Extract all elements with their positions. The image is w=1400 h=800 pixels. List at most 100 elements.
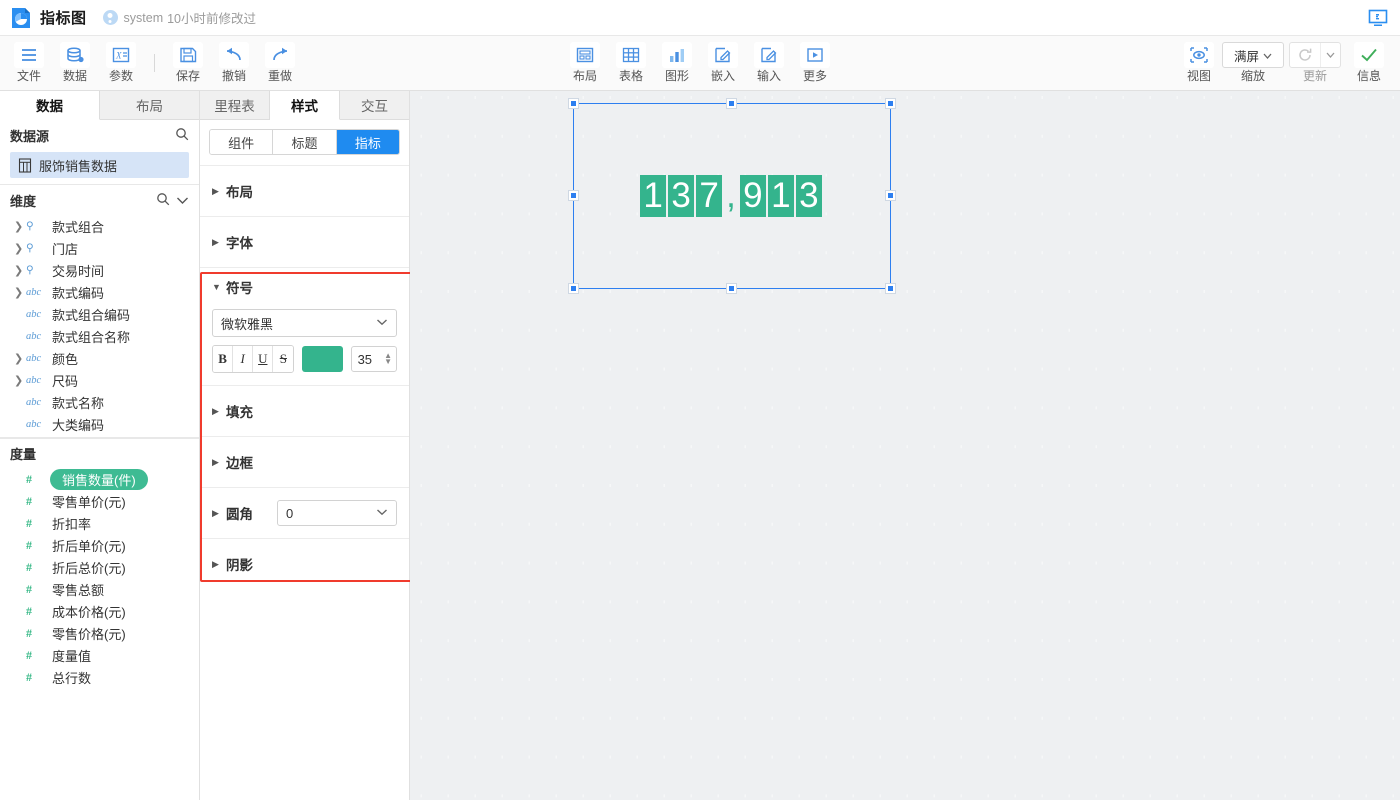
toolbar-redo-button[interactable]: 重做: [257, 38, 303, 88]
metric-separator: ,: [724, 175, 740, 217]
chevron-down-icon[interactable]: [1320, 43, 1340, 67]
toolbar-undo-button[interactable]: 撤销: [211, 38, 257, 88]
refresh-circle-icon[interactable]: [1290, 43, 1320, 67]
list-item[interactable]: ❯abc尺码: [0, 369, 199, 391]
toolbar-chart-button[interactable]: 图形: [654, 38, 700, 88]
accordion-layout[interactable]: ▶ 布局: [200, 165, 409, 216]
accordion-radius[interactable]: ▶ 圆角 0: [200, 487, 409, 538]
toolbar-embed-button[interactable]: 嵌入: [700, 38, 746, 88]
accordion-font[interactable]: ▶ 字体: [200, 216, 409, 267]
toolbar-more-button[interactable]: 更多: [792, 38, 838, 88]
accordion-border[interactable]: ▶ 边框: [200, 436, 409, 487]
tab-style[interactable]: 样式: [270, 91, 340, 120]
toolbar-zoom-label: 缩放: [1241, 70, 1265, 83]
expand-caret-icon[interactable]: ❯: [14, 264, 26, 277]
list-item[interactable]: ❯⚲款式组合: [0, 215, 199, 237]
list-item[interactable]: #销售数量(件): [0, 468, 199, 490]
tab-interaction[interactable]: 交互: [340, 91, 409, 119]
number-field-icon: #: [26, 626, 52, 641]
toolbar-parameter-button[interactable]: X 参数: [98, 38, 144, 88]
toolbar-file-button[interactable]: 文件: [6, 38, 52, 88]
toolbar-input-button[interactable]: 输入: [746, 38, 792, 88]
radius-select[interactable]: 0: [277, 500, 397, 526]
accordion-fill[interactable]: ▶ 填充: [200, 385, 409, 436]
toolbar-save-button[interactable]: 保存: [165, 38, 211, 88]
toolbar-zoom-control[interactable]: 满屏 缩放: [1222, 38, 1284, 88]
list-item[interactable]: #总行数: [0, 666, 199, 688]
search-icon[interactable]: [175, 127, 189, 144]
chevron-right-icon: ▶: [212, 406, 226, 417]
toolbar-info-button[interactable]: 信息: [1346, 38, 1392, 88]
list-item[interactable]: #成本价格(元): [0, 600, 199, 622]
tab-milestone[interactable]: 里程表: [200, 91, 270, 119]
list-item[interactable]: #折扣率: [0, 512, 199, 534]
resize-handle-middle-left[interactable]: [569, 191, 578, 200]
table-doc-icon: [18, 158, 32, 173]
toolbar-layout-button[interactable]: 布局: [562, 38, 608, 88]
list-item[interactable]: ❯abc款式编码: [0, 281, 199, 303]
underline-button[interactable]: U: [253, 346, 273, 372]
list-item[interactable]: #零售总额: [0, 578, 199, 600]
stepper-arrows-icon[interactable]: ▲▼: [384, 353, 392, 365]
list-item[interactable]: #度量值: [0, 644, 199, 666]
segment-metric[interactable]: 指标: [337, 130, 399, 154]
more-play-icon: [800, 42, 830, 68]
input-pencil-icon: [754, 42, 784, 68]
list-item[interactable]: ❯abc颜色: [0, 347, 199, 369]
expand-caret-icon[interactable]: ❯: [14, 374, 26, 387]
font-style-button-group: B I U S: [212, 345, 294, 373]
expand-caret-icon[interactable]: ❯: [14, 352, 26, 365]
data-panel: 数据 布局 数据源 服饰销售数据 维度: [0, 91, 200, 800]
refresh-split-button[interactable]: [1289, 42, 1341, 68]
presentation-screen-icon[interactable]: [1366, 7, 1390, 29]
zoom-select[interactable]: 满屏: [1222, 42, 1284, 68]
design-canvas[interactable]: 1 3 7 , 9 1 3: [410, 91, 1400, 800]
datasource-item[interactable]: 服饰销售数据: [10, 152, 189, 178]
resize-handle-middle-right[interactable]: [886, 191, 895, 200]
font-family-select[interactable]: 微软雅黑: [212, 309, 397, 337]
italic-button[interactable]: I: [233, 346, 253, 372]
list-item[interactable]: abc大类编码: [0, 413, 199, 435]
expand-caret-icon[interactable]: ❯: [14, 242, 26, 255]
list-item[interactable]: #零售单价(元): [0, 490, 199, 512]
resize-handle-bottom-center[interactable]: [727, 284, 736, 293]
list-item[interactable]: abc款式组合名称: [0, 325, 199, 347]
list-item[interactable]: abc款式名称: [0, 391, 199, 413]
bold-button[interactable]: B: [213, 346, 233, 372]
user-meta: system 10小时前修改过: [103, 8, 257, 27]
resize-handle-top-center[interactable]: [727, 99, 736, 108]
resize-handle-bottom-left[interactable]: [569, 284, 578, 293]
title-bar: 指标图 system 10小时前修改过: [0, 0, 1400, 36]
accordion-symbol[interactable]: ▼ 符号: [200, 267, 409, 305]
resize-handle-top-left[interactable]: [569, 99, 578, 108]
expand-caret-icon[interactable]: ❯: [14, 286, 26, 299]
tab-data[interactable]: 数据: [0, 91, 100, 120]
toolbar-data-button[interactable]: 数据: [52, 38, 98, 88]
resize-handle-top-right[interactable]: [886, 99, 895, 108]
search-icon[interactable]: [156, 192, 170, 209]
database-icon: [60, 42, 90, 68]
toolbar-view-button[interactable]: 视图: [1176, 38, 1222, 88]
toolbar-undo-label: 撤销: [222, 70, 246, 83]
list-item[interactable]: #折后总价(元): [0, 556, 199, 578]
toolbar-table-button[interactable]: 表格: [608, 38, 654, 88]
segment-title[interactable]: 标题: [273, 130, 336, 154]
accordion-shadow[interactable]: ▶ 阴影: [200, 538, 409, 589]
list-item[interactable]: #零售价格(元): [0, 622, 199, 644]
metric-widget[interactable]: 1 3 7 , 9 1 3: [573, 103, 891, 289]
list-item[interactable]: ❯⚲交易时间: [0, 259, 199, 281]
segment-component[interactable]: 组件: [210, 130, 273, 154]
font-size-stepper[interactable]: 35 ▲▼: [351, 346, 397, 372]
number-field-icon: #: [26, 538, 52, 553]
list-item[interactable]: ❯⚲门店: [0, 237, 199, 259]
list-item[interactable]: #折后单价(元): [0, 534, 199, 556]
chevron-down-icon[interactable]: [176, 193, 189, 208]
tab-layout[interactable]: 布局: [100, 91, 199, 119]
resize-handle-bottom-right[interactable]: [886, 284, 895, 293]
list-item[interactable]: abc款式组合编码: [0, 303, 199, 325]
strikethrough-button[interactable]: S: [273, 346, 293, 372]
abc-field-icon: abc: [26, 397, 52, 408]
text-color-swatch[interactable]: [302, 346, 342, 372]
expand-caret-icon[interactable]: ❯: [14, 220, 26, 233]
toolbar-refresh-control[interactable]: 更新: [1284, 38, 1346, 88]
